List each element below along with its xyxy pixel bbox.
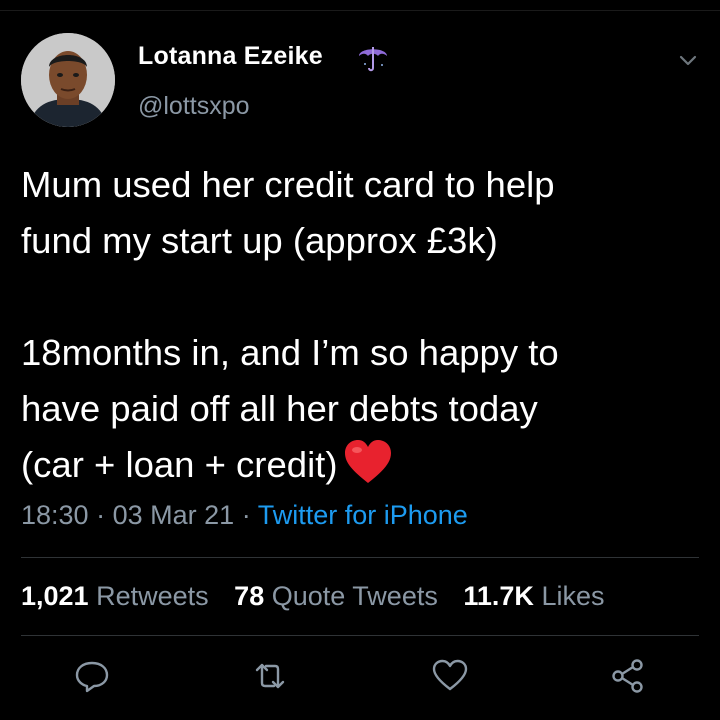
tweet-meta: 18:30 · 03 Mar 21 · Twitter for iPhone [21,500,468,531]
tweet-source-link[interactable]: Twitter for iPhone [258,500,468,530]
quotes-label: Quote Tweets [271,581,438,611]
tweet-line: fund my start up (approx £3k) [21,220,498,261]
likes-count: 11.7K [463,581,534,611]
divider [21,635,699,636]
tweet-line: 18months in, and I’m so happy to [21,332,559,373]
avatar-image [21,33,115,127]
tweet-line: (car + loan + credit) [21,444,338,485]
red-heart-icon [343,439,393,485]
tweet-text: Mum used her credit card to help fund my… [21,157,711,493]
tweet-line: Mum used her credit card to help [21,164,555,205]
meta-separator: · [241,500,251,530]
status-divider [0,0,720,11]
retweet-icon[interactable] [250,656,290,696]
retweets-stat[interactable]: 1,021 Retweets [21,581,209,611]
user-handle[interactable]: @lottsxpo [138,92,250,121]
divider [21,557,699,558]
likes-label: Likes [541,581,605,611]
meta-separator: · [96,500,106,530]
retweets-label: Retweets [96,581,209,611]
tweet-stats: 1,021 Retweets 78 Quote Tweets 11.7K Lik… [21,581,622,612]
reply-icon[interactable] [72,656,112,696]
retweets-count: 1,021 [21,581,89,611]
quotes-count: 78 [234,581,265,611]
quote-tweets-stat[interactable]: 78 Quote Tweets [234,581,438,611]
tweet-last-line: (car + loan + credit) [21,437,711,493]
chevron-down-icon[interactable] [676,48,700,72]
share-icon[interactable] [608,656,648,696]
tweet-time: 18:30 [21,500,89,530]
like-icon[interactable] [430,656,470,696]
avatar[interactable] [21,33,115,127]
display-name[interactable]: Lotanna Ezeike [138,42,323,71]
tweet-date: 03 Mar 21 [112,500,235,530]
umbrella-icon [356,40,390,74]
likes-stat[interactable]: 11.7K Likes [463,581,604,611]
tweet-line: have paid off all her debts today [21,388,538,429]
